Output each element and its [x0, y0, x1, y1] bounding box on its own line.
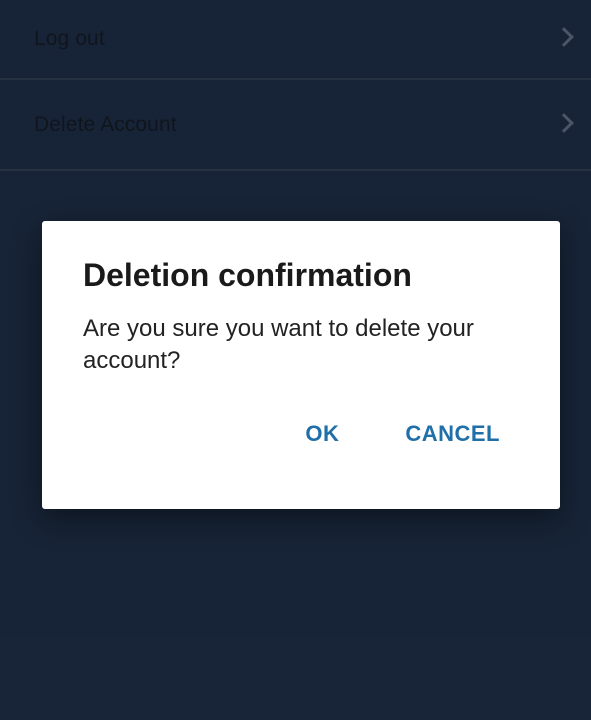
dialog-title: Deletion confirmation: [83, 257, 412, 293]
screen: Log out Delete Account Deletion confirma…: [0, 0, 591, 720]
dialog-message: Are you sure you want to delete your acc…: [83, 315, 474, 374]
ok-button[interactable]: OK: [305, 421, 339, 447]
deletion-confirmation-dialog: Deletion confirmation Are you sure you w…: [42, 221, 560, 509]
dialog-actions: OK CANCEL: [305, 421, 500, 447]
cancel-button[interactable]: CANCEL: [405, 421, 500, 447]
